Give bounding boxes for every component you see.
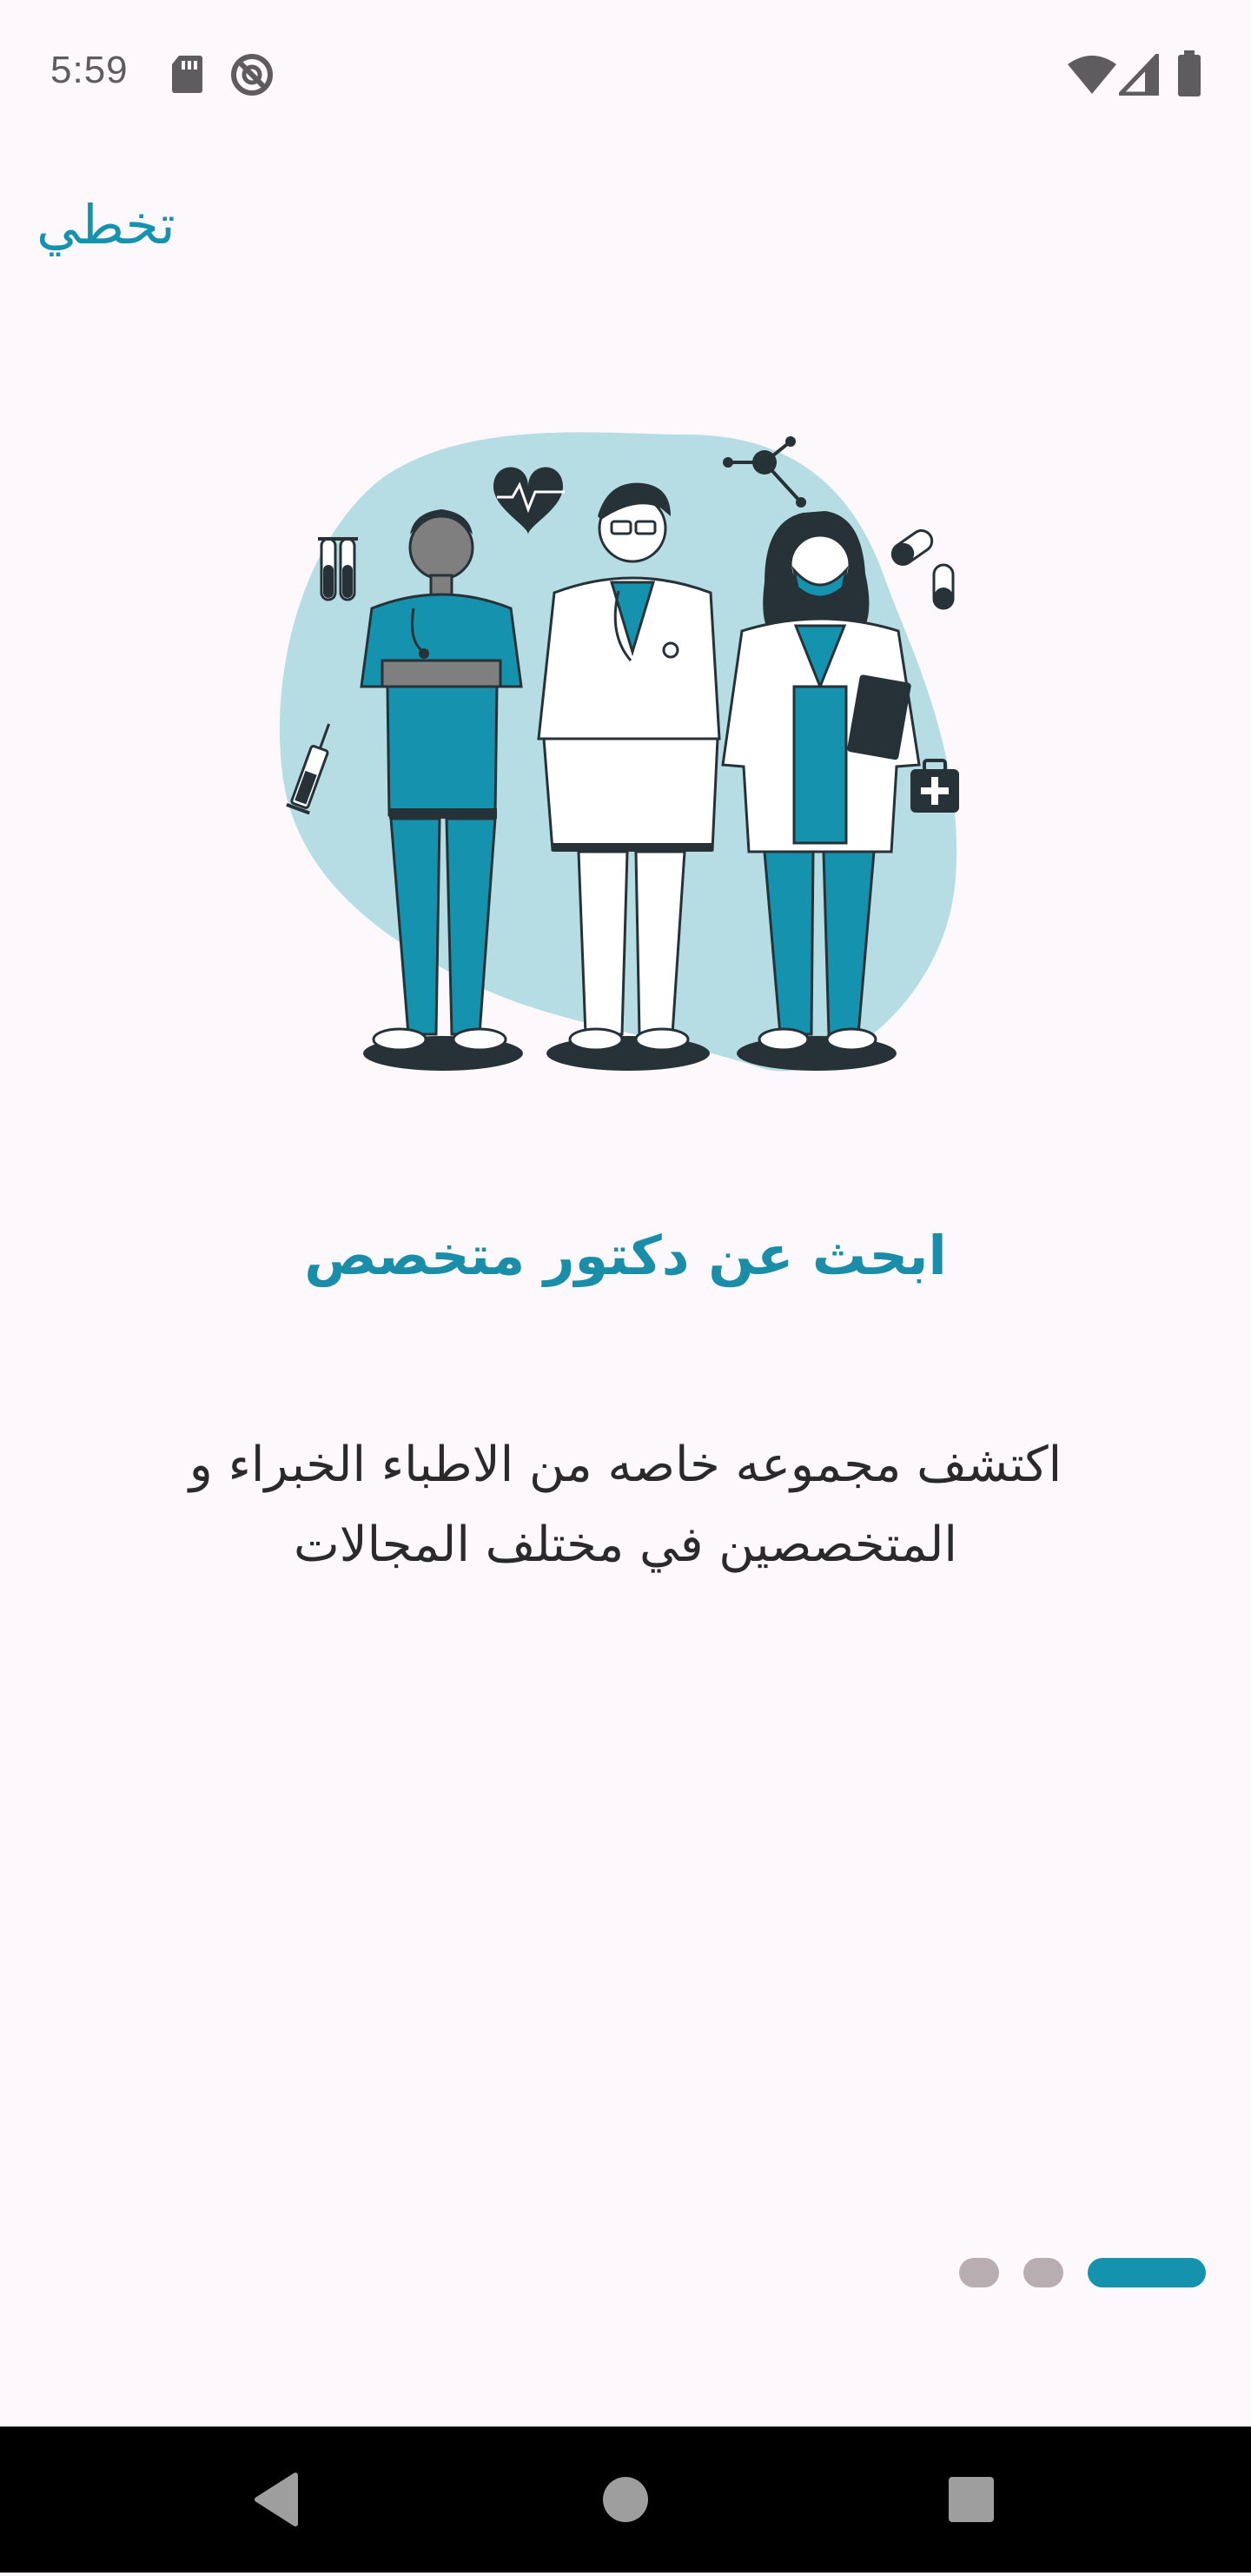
page-dot-2[interactable] <box>1023 2258 1063 2287</box>
status-bar: 5:59 <box>0 0 1251 148</box>
back-icon <box>255 2473 298 2526</box>
skip-button[interactable]: تخطي <box>36 193 175 256</box>
wifi-icon <box>1068 56 1116 94</box>
home-button[interactable] <box>556 2427 695 2573</box>
description-line-2: المتخصصين في مختلف المجالات <box>294 1517 957 1573</box>
back-button[interactable] <box>208 2427 348 2573</box>
page-indicator <box>956 2258 1216 2289</box>
status-time: 5:59 <box>50 49 129 91</box>
recents-button[interactable] <box>902 2427 1041 2573</box>
description-line-1: اكتشف مجموعه خاصه من الاطباء الخبراء و <box>189 1437 1062 1493</box>
data-saver-icon <box>231 54 273 96</box>
onboarding-title: ابحث عن دكتور متخصص <box>304 1224 947 1287</box>
doctors-illustration <box>279 432 959 1072</box>
recents-icon <box>949 2477 994 2522</box>
onboarding-description: اكتشف مجموعه خاصه من الاطباء الخبراء و ا… <box>104 1425 1147 1585</box>
navigation-bar <box>0 2427 1251 2573</box>
home-icon <box>603 2477 648 2522</box>
page-dot-1[interactable] <box>959 2258 999 2287</box>
page-dot-3-active[interactable] <box>1088 2258 1206 2287</box>
sd-card-icon <box>172 56 202 93</box>
cellular-signal-icon <box>1119 54 1159 96</box>
battery-icon <box>1178 50 1201 96</box>
